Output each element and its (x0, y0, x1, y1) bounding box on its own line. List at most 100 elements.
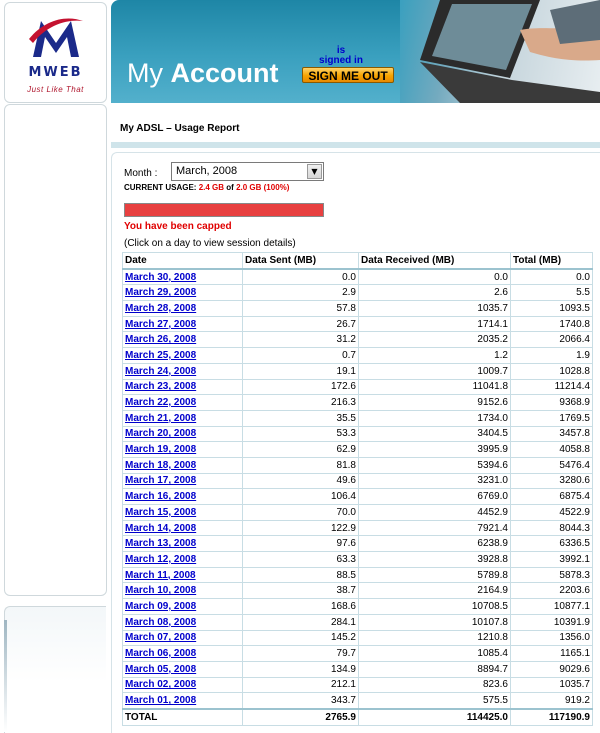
row-date-link[interactable]: March 22, 2008 (125, 397, 196, 408)
table-row[interactable]: March 25, 2008 0.7 1.2 1.9 (122, 347, 593, 364)
row-date-link[interactable]: March 23, 2008 (125, 381, 196, 392)
row-date-link[interactable]: March 09, 2008 (125, 601, 196, 612)
capped-alert: You have been capped (124, 221, 232, 232)
row-data-received: 3995.9 (358, 441, 511, 458)
row-data-sent: 26.7 (242, 315, 359, 333)
row-date-link[interactable]: March 24, 2008 (125, 366, 196, 377)
col-header-total: Total (MB) (510, 251, 593, 270)
row-date-link[interactable]: March 29, 2008 (125, 287, 196, 298)
table-row[interactable]: March 15, 2008 70.0 4452.9 4522.9 (122, 504, 593, 521)
table-row[interactable]: March 22, 2008 216.3 9152.6 9368.9 (122, 394, 593, 411)
row-date-link[interactable]: March 05, 2008 (125, 664, 196, 675)
row-data-sent: 35.5 (242, 409, 359, 427)
row-date-link[interactable]: March 02, 2008 (125, 679, 196, 690)
table-row[interactable]: March 09, 2008 168.6 10708.5 10877.1 (122, 598, 593, 615)
row-data-sent: 19.1 (242, 362, 359, 380)
month-select[interactable]: March, 2008 ▼ (171, 162, 324, 181)
row-data-sent: 172.6 (242, 378, 359, 396)
row-date-link[interactable]: March 12, 2008 (125, 554, 196, 565)
row-date-link[interactable]: March 28, 2008 (125, 303, 196, 314)
row-date-link[interactable]: March 30, 2008 (125, 272, 196, 283)
table-row[interactable]: March 08, 2008 284.1 10107.8 10391.9 (122, 613, 593, 631)
row-data-received: 3404.5 (358, 425, 511, 443)
row-data-sent: 216.3 (242, 394, 359, 411)
table-row[interactable]: March 24, 2008 19.1 1009.7 1028.8 (122, 362, 593, 380)
left-decor-strip (4, 620, 7, 732)
table-row[interactable]: March 07, 2008 145.2 1210.8 1356.0 (122, 629, 593, 647)
table-row[interactable]: March 17, 2008 49.6 3231.0 3280.6 (122, 472, 593, 490)
table-row[interactable]: March 13, 2008 97.6 6238.9 6336.5 (122, 535, 593, 553)
table-row[interactable]: March 29, 2008 2.9 2.6 5.5 (122, 284, 593, 302)
row-date-link[interactable]: March 17, 2008 (125, 475, 196, 486)
row-date-link[interactable]: March 19, 2008 (125, 444, 196, 455)
row-total: 0.0 (510, 268, 593, 286)
table-row[interactable]: March 19, 2008 62.9 3995.9 4058.8 (122, 441, 593, 458)
row-date-link[interactable]: March 11, 2008 (125, 570, 196, 581)
table-row[interactable]: March 16, 2008 106.4 6769.0 6875.4 (122, 488, 593, 505)
row-date-link[interactable]: March 20, 2008 (125, 428, 196, 439)
table-row[interactable]: March 02, 2008 212.1 823.6 1035.7 (122, 676, 593, 694)
row-date-link[interactable]: March 08, 2008 (125, 617, 196, 628)
row-total: 2203.6 (510, 582, 593, 600)
row-total: 1028.8 (510, 362, 593, 380)
row-data-sent: 81.8 (242, 456, 359, 474)
table-row[interactable]: March 12, 2008 63.3 3928.8 3992.1 (122, 551, 593, 568)
row-data-received: 1210.8 (358, 629, 511, 647)
row-date-link[interactable]: March 27, 2008 (125, 319, 196, 330)
row-date-link[interactable]: March 25, 2008 (125, 350, 196, 361)
chevron-down-icon[interactable]: ▼ (307, 164, 322, 179)
row-data-received: 9152.6 (358, 394, 511, 411)
page-title: My ADSL – Usage Report (120, 123, 240, 134)
row-data-received: 5394.6 (358, 456, 511, 474)
row-date-link[interactable]: March 21, 2008 (125, 413, 196, 424)
row-data-received: 1009.7 (358, 362, 511, 380)
table-total-row: TOTAL 2765.9 114425.0 117190.9 (122, 707, 593, 726)
row-data-sent: 134.9 (242, 660, 359, 678)
row-date-link[interactable]: March 14, 2008 (125, 523, 196, 534)
row-data-received: 10708.5 (358, 598, 511, 615)
table-row[interactable]: March 20, 2008 53.3 3404.5 3457.8 (122, 425, 593, 443)
row-data-sent: 70.0 (242, 504, 359, 521)
table-row[interactable]: March 28, 2008 57.8 1035.7 1093.5 (122, 300, 593, 317)
row-date-link[interactable]: March 18, 2008 (125, 460, 196, 471)
row-total: 11214.4 (510, 378, 593, 396)
row-total: 9368.9 (510, 394, 593, 411)
mweb-logo[interactable]: MWEB Just Like That (4, 2, 107, 103)
row-date-link[interactable]: March 15, 2008 (125, 507, 196, 518)
row-date-link[interactable]: March 26, 2008 (125, 334, 196, 345)
mweb-m-logo-icon (29, 18, 83, 57)
col-header-date: Date (122, 251, 243, 270)
usage-progress-fill (125, 204, 323, 216)
row-total: 1769.5 (510, 409, 593, 427)
row-date-link[interactable]: March 10, 2008 (125, 585, 196, 596)
row-data-received: 0.0 (358, 268, 511, 286)
row-data-received: 3231.0 (358, 472, 511, 490)
row-data-sent: 284.1 (242, 613, 359, 631)
logo-text: MWEB (28, 65, 83, 80)
table-row[interactable]: March 26, 2008 31.2 2035.2 2066.4 (122, 331, 593, 349)
table-row[interactable]: March 23, 2008 172.6 11041.8 11214.4 (122, 378, 593, 396)
row-total: 2066.4 (510, 331, 593, 349)
table-row[interactable]: March 27, 2008 26.7 1714.1 1740.8 (122, 315, 593, 333)
row-date-link[interactable]: March 13, 2008 (125, 538, 196, 549)
row-date-link[interactable]: March 06, 2008 (125, 648, 196, 659)
table-row[interactable]: March 06, 2008 79.7 1085.4 1165.1 (122, 645, 593, 662)
table-row[interactable]: March 05, 2008 134.9 8894.7 9029.6 (122, 660, 593, 678)
total-received: 114425.0 (358, 707, 511, 726)
table-row[interactable]: March 01, 2008 343.7 575.5 919.2 (122, 692, 593, 710)
table-row[interactable]: March 21, 2008 35.5 1734.0 1769.5 (122, 409, 593, 427)
table-row[interactable]: March 10, 2008 38.7 2164.9 2203.6 (122, 582, 593, 600)
sign-out-button[interactable]: SIGN ME OUT (302, 67, 394, 83)
table-row[interactable]: March 30, 2008 0.0 0.0 0.0 (122, 268, 593, 286)
row-date-link[interactable]: March 07, 2008 (125, 632, 196, 643)
table-row[interactable]: March 11, 2008 88.5 5789.8 5878.3 (122, 566, 593, 584)
row-date-link[interactable]: March 16, 2008 (125, 491, 196, 502)
month-select-value: March, 2008 (176, 165, 238, 177)
table-row[interactable]: March 14, 2008 122.9 7921.4 8044.3 (122, 519, 593, 537)
row-total: 1356.0 (510, 629, 593, 647)
row-total: 1.9 (510, 347, 593, 364)
row-total: 3992.1 (510, 551, 593, 568)
table-row[interactable]: March 18, 2008 81.8 5394.6 5476.4 (122, 456, 593, 474)
row-date-link[interactable]: March 01, 2008 (125, 695, 196, 706)
row-data-sent: 0.7 (242, 347, 359, 364)
